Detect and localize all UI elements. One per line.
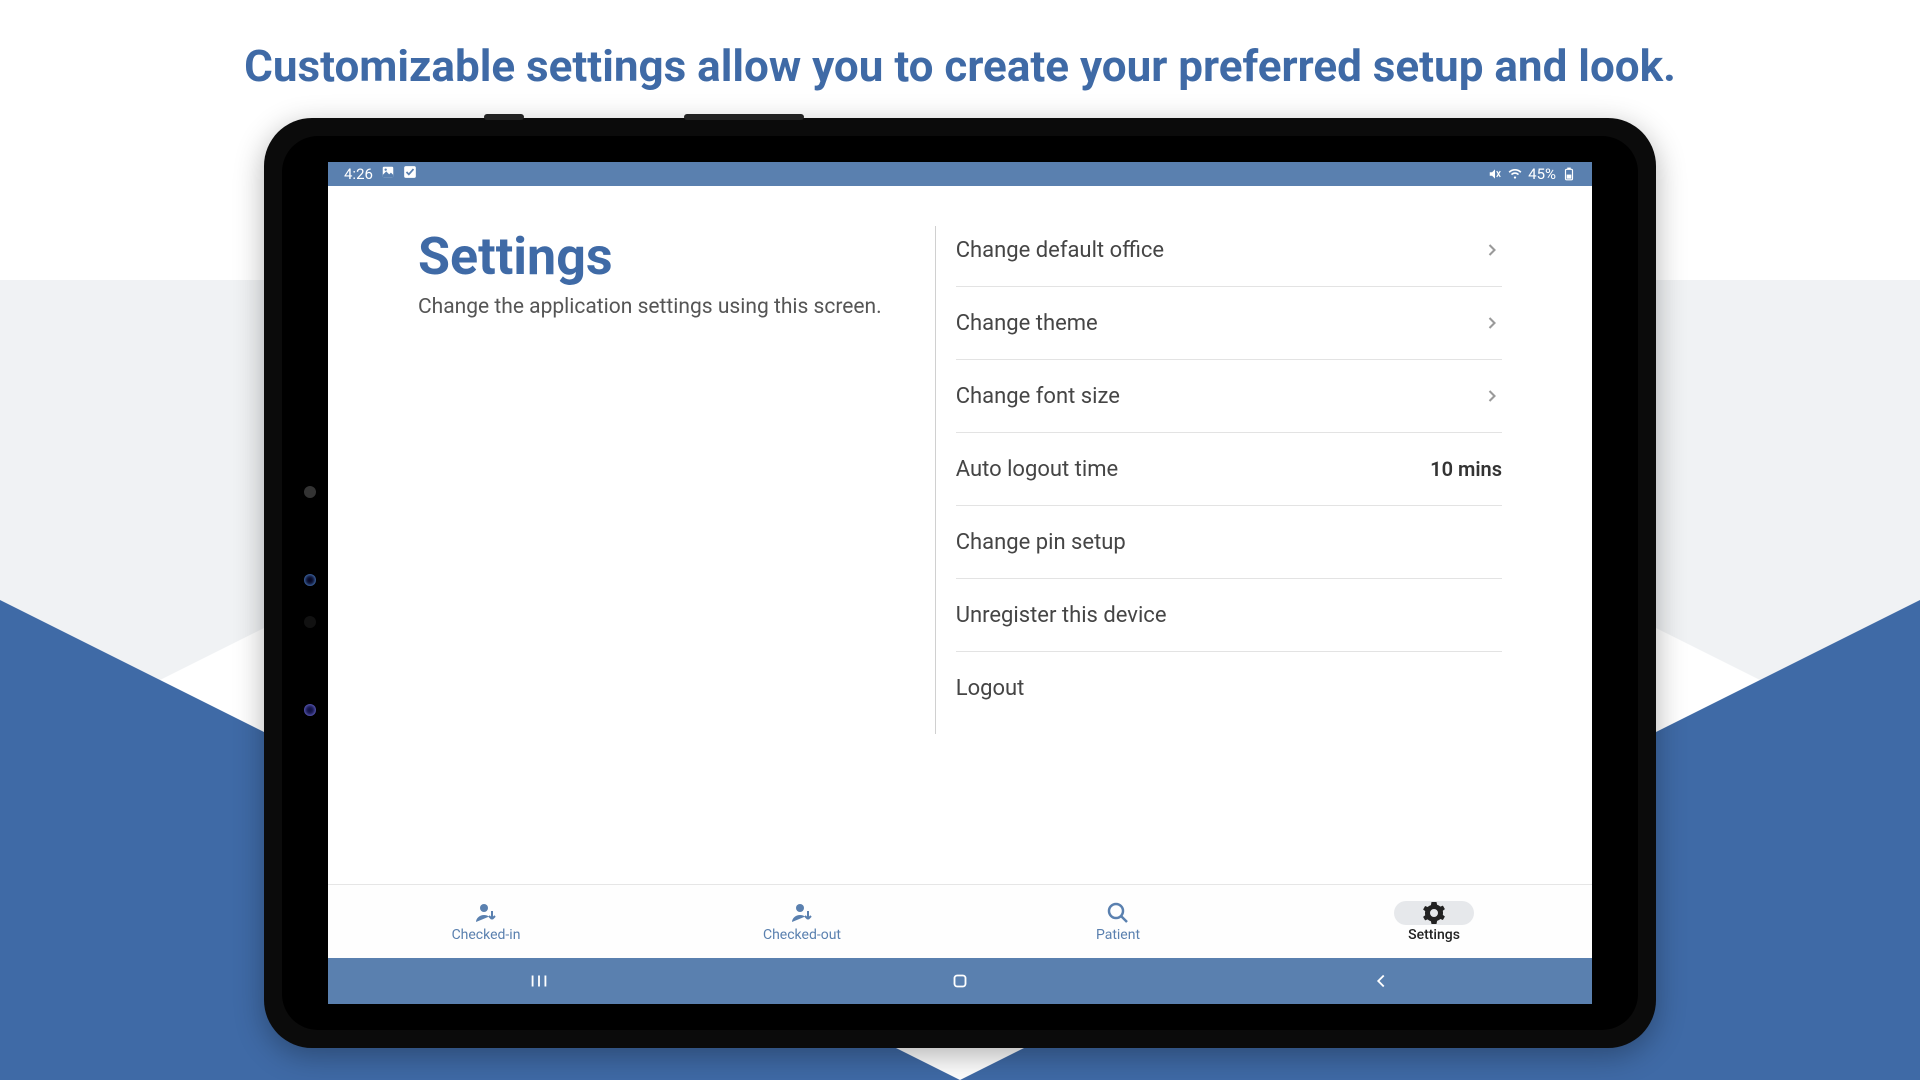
wifi-icon — [1508, 167, 1522, 181]
status-battery-pct: 45% — [1528, 165, 1556, 183]
tab-checked-in[interactable]: Checked-in — [328, 885, 644, 958]
mute-icon — [1488, 167, 1502, 181]
page-subtitle: Change the application settings using th… — [418, 295, 885, 319]
setting-auto-logout-time[interactable]: Auto logout time 10 mins — [956, 433, 1502, 506]
setting-label: Unregister this device — [956, 603, 1167, 628]
tab-label: Checked-in — [452, 927, 521, 943]
tablet-camera — [304, 704, 316, 716]
setting-logout[interactable]: Logout — [956, 652, 1502, 725]
setting-change-pin-setup[interactable]: Change pin setup — [956, 506, 1502, 579]
status-time: 4:26 — [344, 165, 373, 183]
tablet-volume-button — [684, 114, 804, 120]
nav-home-button[interactable] — [900, 958, 1020, 1004]
tablet-camera — [304, 574, 316, 586]
chevron-right-icon — [1482, 240, 1502, 260]
settings-list: Change default office Change theme Chang… — [936, 186, 1592, 884]
gear-icon — [1394, 901, 1474, 925]
tablet-frame: 4:26 45% Settings C — [264, 118, 1656, 1048]
setting-label: Change pin setup — [956, 530, 1126, 555]
setting-value: 10 mins — [1430, 457, 1502, 481]
setting-label: Change font size — [956, 384, 1120, 409]
setting-label: Auto logout time — [956, 457, 1118, 482]
setting-label: Change default office — [956, 238, 1164, 263]
tablet-sensor — [304, 616, 316, 628]
tab-patient[interactable]: Patient — [960, 885, 1276, 958]
setting-change-theme[interactable]: Change theme — [956, 287, 1502, 360]
page-headline: Customizable settings allow you to creat… — [0, 40, 1920, 92]
image-icon — [381, 165, 395, 183]
tab-settings[interactable]: Settings — [1276, 885, 1592, 958]
setting-change-font-size[interactable]: Change font size — [956, 360, 1502, 433]
nav-recent-apps-button[interactable] — [479, 958, 599, 1004]
setting-change-default-office[interactable]: Change default office — [956, 214, 1502, 287]
nav-back-button[interactable] — [1321, 958, 1441, 1004]
tablet-screen: 4:26 45% Settings C — [328, 162, 1592, 1004]
setting-label: Logout — [956, 676, 1025, 701]
user-arrow-icon — [474, 901, 498, 925]
user-arrow-icon — [790, 901, 814, 925]
tab-label: Patient — [1096, 927, 1140, 943]
search-icon — [1106, 901, 1130, 925]
tab-label: Settings — [1408, 927, 1460, 943]
battery-icon — [1562, 167, 1576, 181]
tablet-power-button — [484, 114, 524, 120]
chevron-right-icon — [1482, 386, 1502, 406]
status-bar: 4:26 45% — [328, 162, 1592, 186]
page-title: Settings — [418, 226, 885, 287]
bottom-tab-bar: Checked-in Checked-out Patient Settings — [328, 884, 1592, 958]
android-nav-bar — [328, 958, 1592, 1004]
check-icon — [403, 165, 417, 183]
chevron-right-icon — [1482, 313, 1502, 333]
tab-checked-out[interactable]: Checked-out — [644, 885, 960, 958]
setting-unregister-device[interactable]: Unregister this device — [956, 579, 1502, 652]
tab-label: Checked-out — [763, 927, 841, 943]
tablet-sensor — [304, 486, 316, 498]
setting-label: Change theme — [956, 311, 1098, 336]
